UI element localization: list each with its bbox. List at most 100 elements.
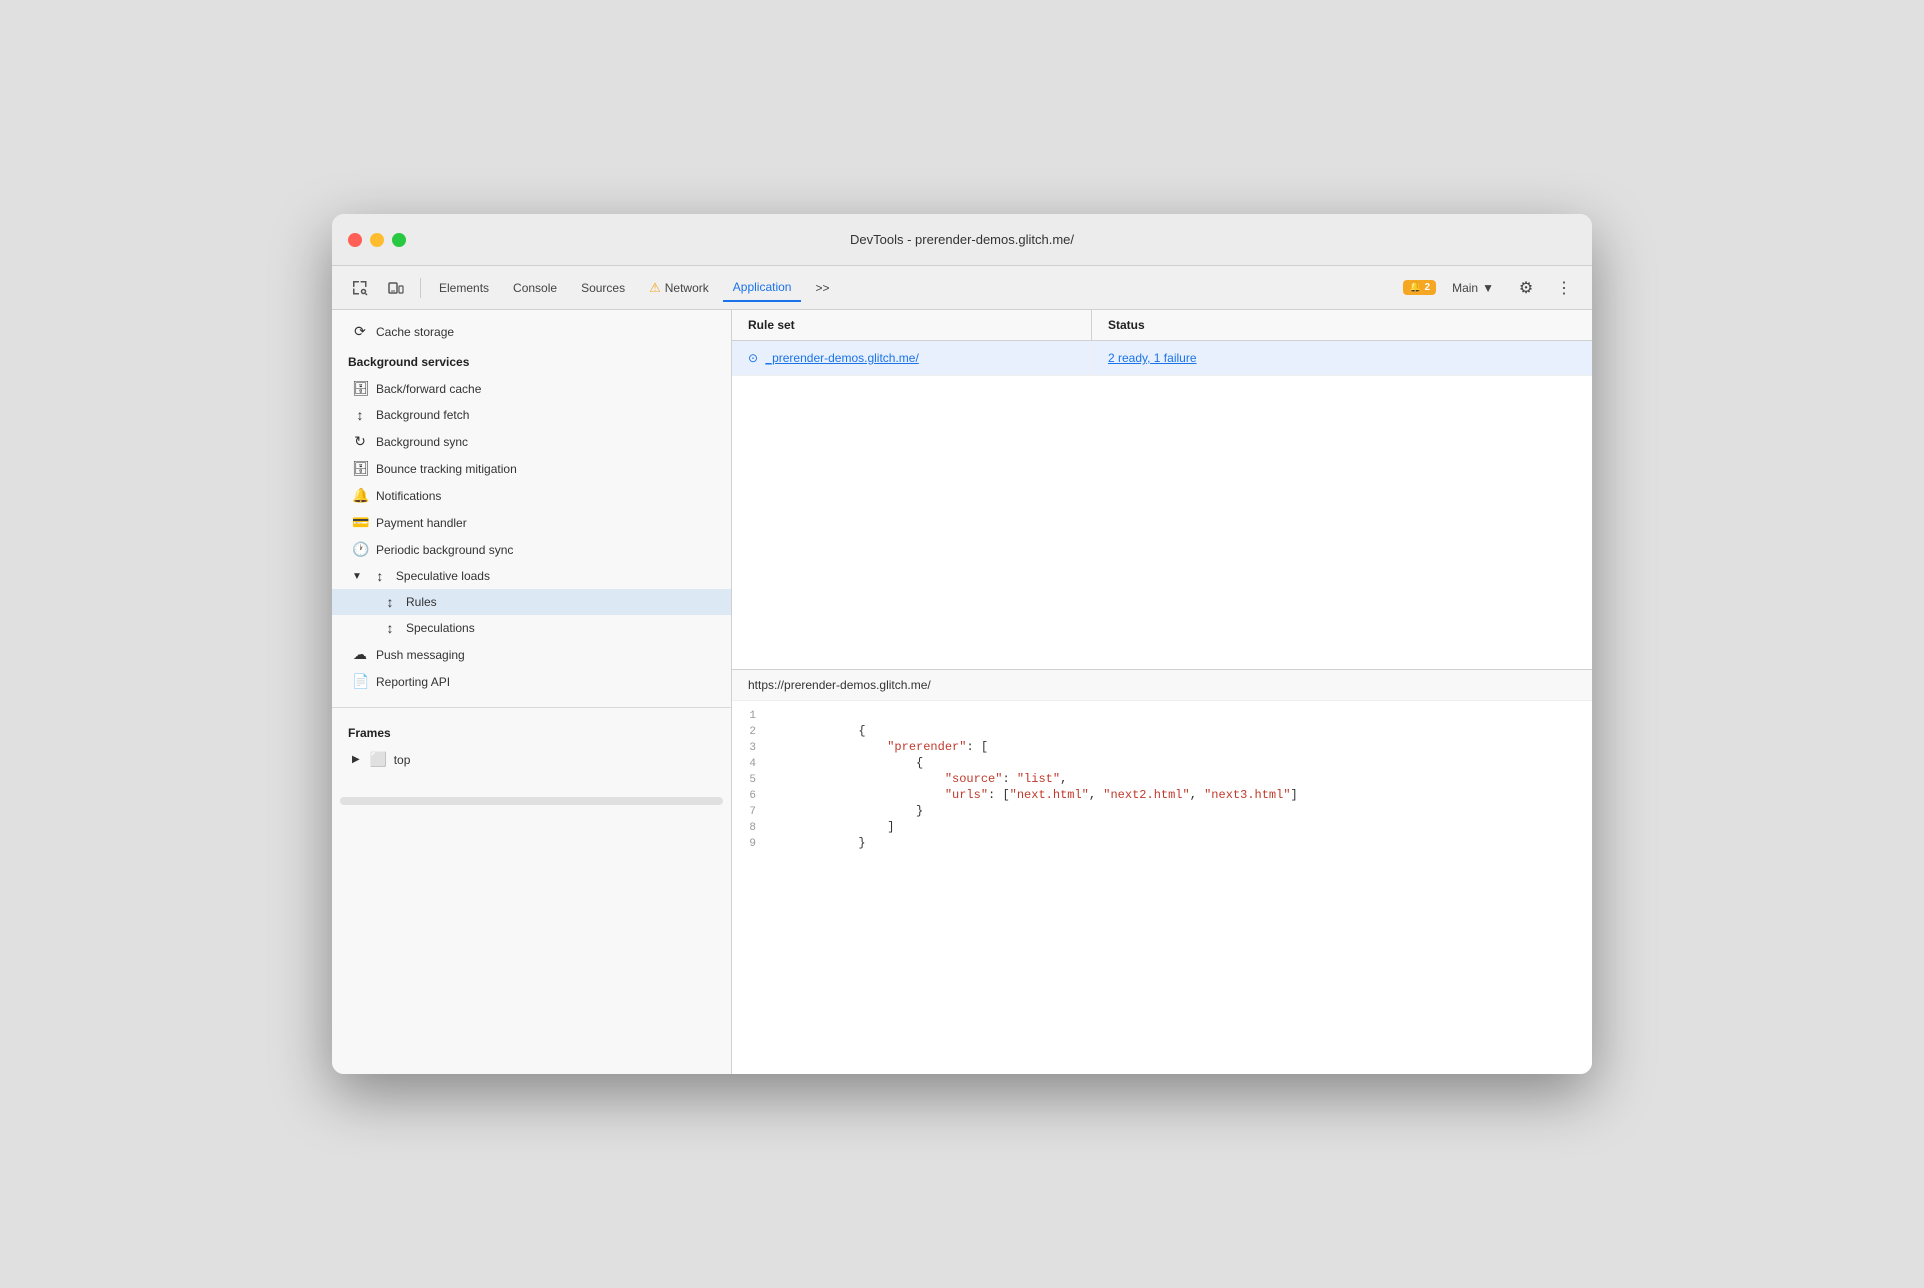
arrows-updown-icon: ↕	[352, 407, 368, 423]
card-icon: 💳	[352, 514, 368, 531]
sidebar-item-background-fetch[interactable]: ↕ Background fetch	[332, 402, 731, 428]
sidebar-item-push-messaging[interactable]: ☁ Push messaging	[332, 641, 731, 668]
code-token	[772, 788, 945, 802]
code-token: ]	[772, 820, 894, 834]
code-panel: https://prerender-demos.glitch.me/ 12 {3…	[732, 670, 1592, 1074]
code-token: }	[772, 804, 923, 818]
code-line: 3 "prerender": [	[732, 739, 1592, 755]
inspect-icon[interactable]	[344, 272, 376, 304]
tab-sources[interactable]: Sources	[571, 275, 635, 301]
sidebar-section-background-services: Background services	[332, 345, 731, 375]
sync-icon: ↻	[352, 433, 368, 450]
tab-network[interactable]: ⚠ Network	[639, 274, 719, 302]
sidebar-item-payment-handler[interactable]: 💳 Payment handler	[332, 509, 731, 536]
sidebar-scrollbar[interactable]	[340, 797, 723, 805]
code-line: 1	[732, 709, 1592, 723]
code-line: 7 }	[732, 803, 1592, 819]
tab-more[interactable]: >>	[805, 275, 839, 301]
chevron-right-icon-frame: ▶	[352, 754, 360, 765]
status-link[interactable]: 2 ready, 1 failure	[1108, 351, 1197, 365]
clock-icon: 🕐	[352, 541, 368, 558]
line-number: 4	[732, 758, 772, 770]
more-options-icon[interactable]: ⋮	[1548, 272, 1580, 304]
sidebar-item-periodic-bg-sync[interactable]: 🕐 Periodic background sync	[332, 536, 731, 563]
issues-icon: 🔔	[1409, 282, 1421, 293]
db-icon: 🗄	[352, 380, 368, 397]
ruleset-link[interactable]: _prerender-demos.glitch.me/	[765, 351, 918, 365]
url-bar: https://prerender-demos.glitch.me/	[732, 670, 1592, 701]
table-row[interactable]: ⊙ _prerender-demos.glitch.me/ 2 ready, 1…	[732, 341, 1592, 376]
rule-set-table: Rule set Status ⊙ _prerender-demos.glitc…	[732, 310, 1592, 670]
column-status: Status	[1092, 310, 1592, 340]
sidebar-item-speculative-loads[interactable]: ▼ ↕ Speculative loads	[332, 563, 731, 589]
sidebar-item-reporting-api[interactable]: 📄 Reporting API	[332, 668, 731, 695]
toolbar-separator	[420, 278, 421, 298]
line-number: 8	[732, 822, 772, 834]
line-number: 1	[732, 710, 772, 722]
code-token: ,	[1060, 772, 1067, 786]
line-number: 5	[732, 774, 772, 786]
code-token: ,	[1089, 788, 1103, 802]
bell-icon: 🔔	[352, 487, 368, 504]
speculations-icon: ↕	[382, 620, 398, 636]
sidebar-section-frames: Frames	[332, 716, 731, 746]
prerender-icon: ⊙	[748, 351, 758, 365]
code-token: :	[1002, 772, 1016, 786]
frame-icon: ⬜	[370, 751, 386, 768]
line-number: 6	[732, 790, 772, 802]
sidebar-item-background-sync[interactable]: ↻ Background sync	[332, 428, 731, 455]
sidebar-item-bounce-tracking[interactable]: 🗄 Bounce tracking mitigation	[332, 455, 731, 482]
code-line: 4 {	[732, 755, 1592, 771]
sidebar-item-cache-storage[interactable]: ⟳ Cache storage	[332, 318, 731, 345]
code-line: 2 {	[732, 723, 1592, 739]
code-token	[772, 772, 945, 786]
maximize-button[interactable]	[392, 233, 406, 247]
code-token: "urls"	[945, 788, 988, 802]
devtools-window: DevTools - prerender-demos.glitch.me/	[332, 214, 1592, 1074]
code-token: "list"	[1017, 772, 1060, 786]
sidebar-item-backforward-cache[interactable]: 🗄 Back/forward cache	[332, 375, 731, 402]
code-token: : [	[966, 740, 988, 754]
code-line: 5 "source": "list",	[732, 771, 1592, 787]
code-token: "next.html"	[1010, 788, 1089, 802]
line-number: 2	[732, 726, 772, 738]
cache-icon: ⟳	[352, 323, 368, 340]
content-area: Rule set Status ⊙ _prerender-demos.glitc…	[732, 310, 1592, 1074]
code-token: ,	[1190, 788, 1204, 802]
chevron-down-icon: ▼	[1482, 281, 1494, 295]
code-line: 9 }	[732, 835, 1592, 851]
toolbar-right: 🔔 2 Main ▼ ⚙ ⋮	[1403, 272, 1580, 304]
tab-elements[interactable]: Elements	[429, 275, 499, 301]
table-header: Rule set Status	[732, 310, 1592, 341]
frames-section: Frames ▶ ⬜ top	[332, 707, 731, 773]
device-icon[interactable]	[380, 272, 412, 304]
issues-badge[interactable]: 🔔 2	[1403, 280, 1436, 295]
code-token	[772, 740, 887, 754]
settings-icon[interactable]: ⚙	[1510, 272, 1542, 304]
file-icon: 📄	[352, 673, 368, 690]
minimize-button[interactable]	[370, 233, 384, 247]
cell-ruleset[interactable]: ⊙ _prerender-demos.glitch.me/	[732, 341, 1092, 375]
speculative-icon: ↕	[372, 568, 388, 584]
line-number: 7	[732, 806, 772, 818]
line-number: 9	[732, 838, 772, 850]
main-dropdown[interactable]: Main ▼	[1442, 275, 1504, 301]
sidebar-item-rules[interactable]: ↕ Rules	[332, 589, 731, 615]
code-token: "next2.html"	[1103, 788, 1189, 802]
sidebar-item-speculations[interactable]: ↕ Speculations	[332, 615, 731, 641]
cloud-icon: ☁	[352, 646, 368, 663]
traffic-lights	[348, 233, 406, 247]
sidebar-item-notifications[interactable]: 🔔 Notifications	[332, 482, 731, 509]
code-line: 8 ]	[732, 819, 1592, 835]
tab-console[interactable]: Console	[503, 275, 567, 301]
close-button[interactable]	[348, 233, 362, 247]
code-token: "source"	[945, 772, 1003, 786]
tab-application[interactable]: Application	[723, 274, 802, 302]
code-token: }	[772, 836, 866, 850]
sidebar: ⟳ Cache storage Background services 🗄 Ba…	[332, 310, 732, 1074]
chevron-right-icon: ▼	[352, 571, 362, 582]
cell-status[interactable]: 2 ready, 1 failure	[1092, 341, 1592, 375]
sidebar-item-top-frame[interactable]: ▶ ⬜ top	[332, 746, 731, 773]
code-area: 12 {3 "prerender": [4 {5 "source": "list…	[732, 701, 1592, 1074]
titlebar: DevTools - prerender-demos.glitch.me/	[332, 214, 1592, 266]
